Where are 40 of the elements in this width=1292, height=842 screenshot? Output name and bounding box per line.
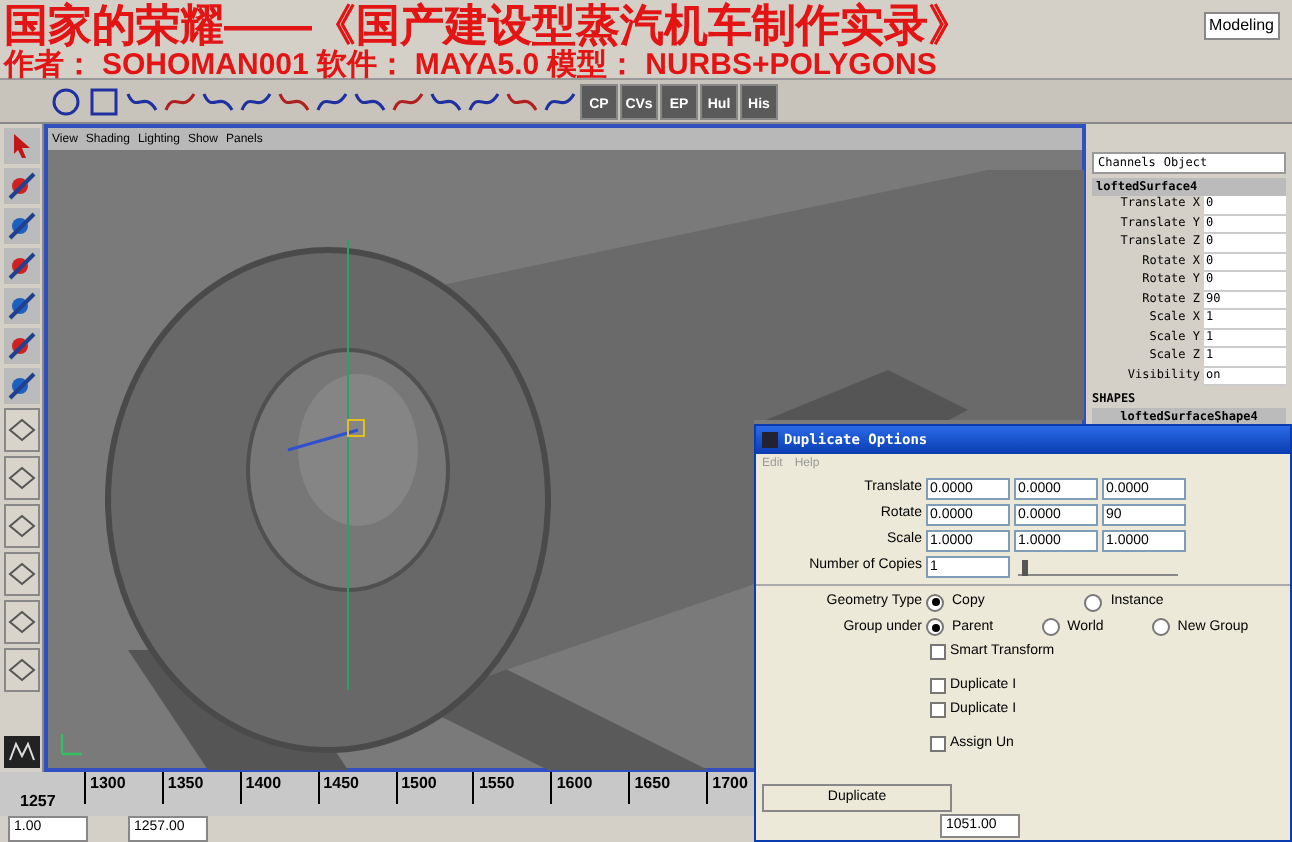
- slider-thumb[interactable]: [1021, 559, 1028, 575]
- overlay-subtitle: 模型：: [547, 52, 638, 80]
- layout-icon[interactable]: [3, 648, 39, 692]
- overlay-subtitle: MAYA5.0: [414, 52, 540, 80]
- square-icon[interactable]: [86, 85, 122, 117]
- layout-icon[interactable]: [3, 408, 39, 452]
- frame-tick: 1550: [472, 772, 515, 804]
- window-icon: [762, 432, 778, 448]
- checkbox[interactable]: [930, 644, 946, 661]
- overlay-title: 国家的荣耀——《国产建设型蒸汽机车制作实录》: [4, 0, 972, 50]
- frame-tick: 1400: [239, 772, 282, 804]
- checkbox[interactable]: [930, 735, 946, 752]
- checkbox[interactable]: [930, 702, 946, 719]
- frame-tick: 1450: [317, 772, 359, 804]
- radio-button[interactable]: [926, 618, 944, 637]
- radio-button[interactable]: [926, 593, 944, 612]
- circle-icon[interactable]: [48, 85, 84, 117]
- frame-tick: 1300: [84, 772, 126, 804]
- axis-icon: [56, 728, 88, 760]
- overlay-subtitle: 作者：: [4, 52, 94, 80]
- frame-tick: 1500: [395, 772, 437, 804]
- radio-button[interactable]: [1041, 618, 1060, 637]
- frame-tick: 1700: [706, 772, 748, 804]
- checkbox[interactable]: [930, 677, 946, 694]
- layout-icon[interactable]: [3, 504, 39, 548]
- overlay-subtitle: 软件：: [316, 52, 407, 80]
- frame-tick: 1600: [550, 772, 593, 804]
- current-frame: 1257: [20, 790, 56, 814]
- mode-dropdown[interactable]: Modeling: [1203, 12, 1280, 40]
- overlay-subtitle: NURBS+POLYGONS: [645, 52, 937, 80]
- layout-icon[interactable]: [3, 552, 39, 596]
- radio-button[interactable]: [1084, 593, 1103, 612]
- radio-button[interactable]: [1151, 618, 1170, 637]
- layout-icon[interactable]: [3, 600, 39, 644]
- layout-icon[interactable]: [3, 456, 39, 500]
- frame-tick: 1350: [161, 772, 204, 804]
- overlay-subtitle: SOHOMAN001: [102, 52, 309, 80]
- maya-logo-icon: [3, 736, 39, 768]
- frame-tick: 1650: [628, 772, 671, 804]
- slider-track[interactable]: [1018, 559, 1178, 575]
